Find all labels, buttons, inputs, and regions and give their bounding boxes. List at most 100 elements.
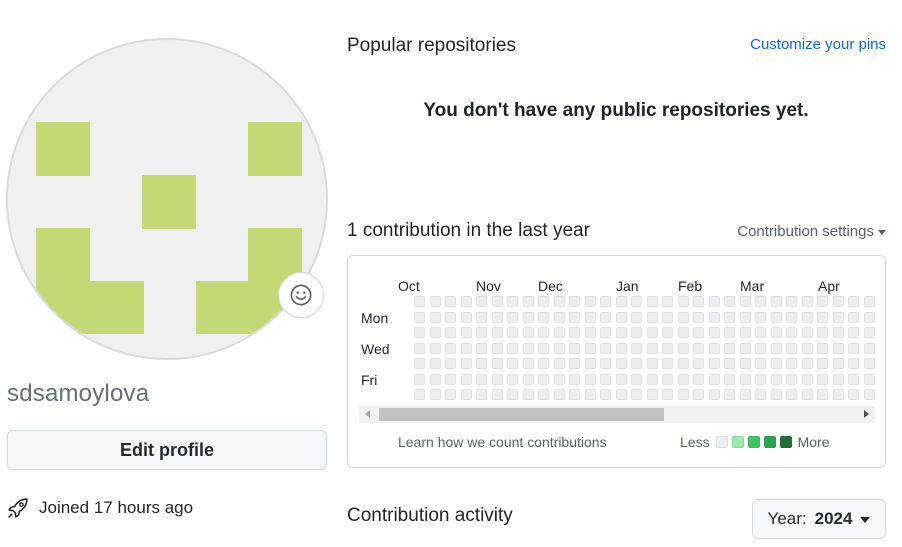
contribution-day-cell[interactable] (771, 374, 782, 385)
contribution-day-cell[interactable] (554, 389, 565, 400)
contribution-day-cell[interactable] (523, 358, 534, 369)
contribution-day-cell[interactable] (461, 358, 472, 369)
contribution-day-cell[interactable] (755, 296, 766, 307)
contribution-day-cell[interactable] (709, 358, 720, 369)
contribution-day-cell[interactable] (864, 296, 875, 307)
contribution-day-cell[interactable] (476, 296, 487, 307)
contribution-day-cell[interactable] (569, 312, 580, 323)
contribution-day-cell[interactable] (678, 296, 689, 307)
contribution-day-cell[interactable] (864, 358, 875, 369)
contribution-day-cell[interactable] (724, 296, 735, 307)
contribution-day-cell[interactable] (430, 374, 441, 385)
contribution-day-cell[interactable] (445, 389, 456, 400)
contribution-day-cell[interactable] (693, 327, 704, 338)
contribution-day-cell[interactable] (740, 327, 751, 338)
contribution-day-cell[interactable] (585, 389, 596, 400)
contribution-day-cell[interactable] (492, 374, 503, 385)
contribution-day-cell[interactable] (445, 374, 456, 385)
contribution-day-cell[interactable] (507, 296, 518, 307)
contribution-day-cell[interactable] (817, 343, 828, 354)
contribution-day-cell[interactable] (678, 327, 689, 338)
scroll-right-icon[interactable] (864, 410, 869, 418)
contribution-day-cell[interactable] (771, 343, 782, 354)
contribution-day-cell[interactable] (693, 374, 704, 385)
contribution-day-cell[interactable] (616, 312, 627, 323)
contribution-day-cell[interactable] (430, 343, 441, 354)
contribution-day-cell[interactable] (786, 327, 797, 338)
edit-profile-button[interactable]: Edit profile (7, 430, 327, 470)
contribution-day-cell[interactable] (693, 389, 704, 400)
contribution-day-cell[interactable] (445, 327, 456, 338)
contribution-day-cell[interactable] (476, 389, 487, 400)
contribution-day-cell[interactable] (709, 296, 720, 307)
contribution-day-cell[interactable] (755, 327, 766, 338)
contribution-day-cell[interactable] (662, 358, 673, 369)
contribution-day-cell[interactable] (724, 358, 735, 369)
contribution-day-cell[interactable] (833, 312, 844, 323)
contribution-day-cell[interactable] (817, 374, 828, 385)
contribution-day-cell[interactable] (523, 389, 534, 400)
contribution-day-cell[interactable] (802, 389, 813, 400)
contribution-day-cell[interactable] (786, 358, 797, 369)
contribution-day-cell[interactable] (833, 296, 844, 307)
contribution-day-cell[interactable] (647, 374, 658, 385)
contribution-day-cell[interactable] (771, 327, 782, 338)
contribution-day-cell[interactable] (538, 343, 549, 354)
contribution-day-cell[interactable] (647, 343, 658, 354)
contribution-day-cell[interactable] (585, 374, 596, 385)
contribution-day-cell[interactable] (554, 312, 565, 323)
contribution-day-cell[interactable] (600, 358, 611, 369)
contribution-day-cell[interactable] (476, 312, 487, 323)
contribution-day-cell[interactable] (538, 374, 549, 385)
contribution-day-cell[interactable] (600, 374, 611, 385)
contribution-day-cell[interactable] (554, 374, 565, 385)
contribution-day-cell[interactable] (585, 312, 596, 323)
contribution-day-cell[interactable] (569, 327, 580, 338)
contribution-day-cell[interactable] (802, 374, 813, 385)
contribution-day-cell[interactable] (833, 343, 844, 354)
contribution-day-cell[interactable] (709, 343, 720, 354)
contribution-day-cell[interactable] (740, 343, 751, 354)
contribution-day-cell[interactable] (523, 343, 534, 354)
contribution-day-cell[interactable] (740, 312, 751, 323)
contribution-day-cell[interactable] (492, 358, 503, 369)
contribution-day-cell[interactable] (678, 358, 689, 369)
contribution-day-cell[interactable] (802, 296, 813, 307)
contribution-day-cell[interactable] (848, 343, 859, 354)
contribution-day-cell[interactable] (817, 358, 828, 369)
contribution-day-cell[interactable] (693, 358, 704, 369)
contribution-day-cell[interactable] (616, 296, 627, 307)
contribution-day-cell[interactable] (755, 312, 766, 323)
contribution-day-cell[interactable] (848, 389, 859, 400)
contribution-day-cell[interactable] (492, 389, 503, 400)
contribution-day-cell[interactable] (693, 312, 704, 323)
contribution-day-cell[interactable] (802, 343, 813, 354)
graph-scrollbar[interactable] (359, 406, 875, 423)
contribution-day-cell[interactable] (507, 327, 518, 338)
contribution-day-cell[interactable] (693, 343, 704, 354)
year-select-button[interactable]: Year: 2024 (752, 499, 886, 539)
contribution-day-cell[interactable] (833, 389, 844, 400)
contribution-day-cell[interactable] (817, 389, 828, 400)
contribution-day-cell[interactable] (461, 312, 472, 323)
contribution-day-cell[interactable] (414, 327, 425, 338)
contribution-day-cell[interactable] (538, 358, 549, 369)
contribution-day-cell[interactable] (476, 374, 487, 385)
contribution-day-cell[interactable] (600, 389, 611, 400)
contribution-day-cell[interactable] (817, 327, 828, 338)
contribution-day-cell[interactable] (554, 296, 565, 307)
contribution-day-cell[interactable] (771, 312, 782, 323)
contribution-day-cell[interactable] (554, 327, 565, 338)
contribution-day-cell[interactable] (709, 312, 720, 323)
contribution-day-cell[interactable] (709, 327, 720, 338)
contribution-day-cell[interactable] (538, 327, 549, 338)
contribution-day-cell[interactable] (507, 358, 518, 369)
contribution-day-cell[interactable] (507, 374, 518, 385)
contribution-day-cell[interactable] (647, 327, 658, 338)
contribution-day-cell[interactable] (848, 358, 859, 369)
contribution-day-cell[interactable] (771, 296, 782, 307)
contribution-day-cell[interactable] (662, 389, 673, 400)
contribution-day-cell[interactable] (600, 327, 611, 338)
contribution-day-cell[interactable] (631, 358, 642, 369)
contribution-day-cell[interactable] (414, 374, 425, 385)
